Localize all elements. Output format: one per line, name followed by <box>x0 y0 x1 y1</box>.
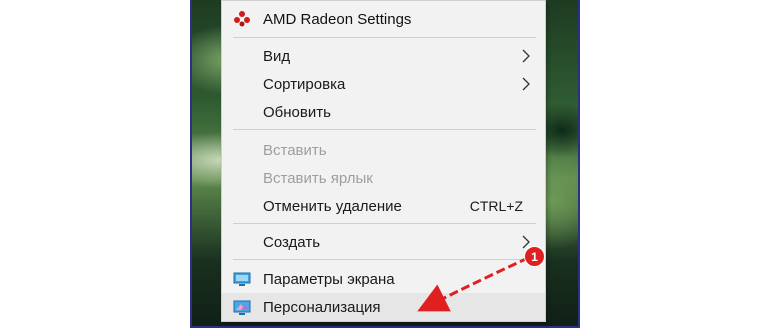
menu-item-label: Создать <box>263 233 321 251</box>
menu-item-personalization[interactable]: Персонализация <box>222 293 545 321</box>
menu-item-label: Вид <box>263 47 291 65</box>
menu-item-amd-radeon-settings[interactable]: AMD Radeon Settings <box>222 5 545 33</box>
menu-item-label: Персонализация <box>263 298 381 316</box>
menu-separator <box>233 37 536 38</box>
annotation-badge: 1 <box>524 246 545 267</box>
menu-item-sort[interactable]: Сортировка <box>222 70 545 98</box>
menu-item-label: Отменить удаление <box>263 197 402 215</box>
desktop-context-menu: AMD Radeon Settings Вид Сортировка Обнов… <box>221 0 546 322</box>
menu-item-label: AMD Radeon Settings <box>263 10 412 28</box>
chevron-right-icon <box>522 49 530 63</box>
menu-item-label: Сортировка <box>263 75 346 93</box>
menu-item-label: Вставить ярлык <box>263 169 373 187</box>
menu-item-paste: Вставить <box>222 136 545 164</box>
menu-item-label: Вставить <box>263 141 327 159</box>
menu-item-shortcut: CTRL+Z <box>469 198 523 214</box>
menu-item-paste-shortcut: Вставить ярлык <box>222 164 545 192</box>
chevron-right-icon <box>522 77 530 91</box>
menu-item-refresh[interactable]: Обновить <box>222 98 545 126</box>
menu-item-view[interactable]: Вид <box>222 42 545 70</box>
menu-item-display-settings[interactable]: Параметры экрана <box>222 265 545 293</box>
menu-separator <box>233 129 536 130</box>
menu-item-new[interactable]: Создать <box>222 228 545 256</box>
menu-item-undo-delete[interactable]: Отменить удаление CTRL+Z <box>222 192 545 220</box>
amd-radeon-icon <box>234 11 250 27</box>
personalization-icon <box>233 300 251 315</box>
menu-item-label: Обновить <box>263 103 331 121</box>
menu-separator <box>233 259 536 260</box>
display-icon <box>233 272 251 286</box>
menu-item-label: Параметры экрана <box>263 270 395 288</box>
menu-separator <box>233 223 536 224</box>
